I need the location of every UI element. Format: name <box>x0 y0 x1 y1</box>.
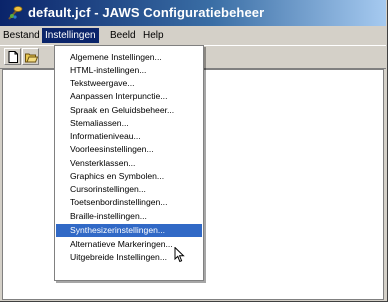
menu-instellingen[interactable]: Instellingen <box>42 28 99 43</box>
menu-item-tekstweergave[interactable]: Tekstweergave... <box>56 77 202 90</box>
menu-item-informatieniveau[interactable]: Informatieniveau... <box>56 130 202 143</box>
menu-item-stemaliassen[interactable]: Stemaliassen... <box>56 117 202 130</box>
window-title: default.jcf - JAWS Configuratiebeheer <box>28 5 265 20</box>
menu-item-spraak-en-geluidsbeheer[interactable]: Spraak en Geluidsbeheer... <box>56 104 202 117</box>
menu-item-html-instellingen[interactable]: HTML-instellingen... <box>56 64 202 77</box>
menu-beeld[interactable]: Beeld <box>107 28 139 43</box>
new-file-icon <box>8 51 18 63</box>
new-file-button[interactable] <box>4 48 21 65</box>
open-folder-icon <box>25 53 38 63</box>
menu-item-vensterklassen[interactable]: Vensterklassen... <box>56 157 202 170</box>
menu-item-braille-instellingen[interactable]: Braille-instellingen... <box>56 210 202 223</box>
menu-item-cursorinstellingen[interactable]: Cursorinstellingen... <box>56 183 202 196</box>
menu-item-synthesizerinstellingen[interactable]: Synthesizerinstellingen... <box>56 224 202 237</box>
app-window: default.jcf - JAWS Configuratiebeheer Be… <box>0 0 388 302</box>
title-bar[interactable]: default.jcf - JAWS Configuratiebeheer <box>0 0 386 26</box>
instellingen-dropdown-menu: Algemene Instellingen... HTML-instelling… <box>54 45 204 281</box>
open-file-button[interactable] <box>22 48 39 65</box>
menu-help[interactable]: Help <box>140 28 167 43</box>
menu-bestand[interactable]: Bestand <box>0 28 43 43</box>
menu-item-voorleesinstellingen[interactable]: Voorleesinstellingen... <box>56 143 202 156</box>
app-icon <box>8 6 23 20</box>
menu-bar: Bestand Instellingen Beeld Help <box>0 27 386 44</box>
menu-item-toetsenbordinstellingen[interactable]: Toetsenbordinstellingen... <box>56 196 202 209</box>
mouse-cursor-icon <box>174 247 185 263</box>
menu-item-graphics-en-symbolen[interactable]: Graphics en Symbolen... <box>56 170 202 183</box>
menu-item-aanpassen-interpunctie[interactable]: Aanpassen Interpunctie... <box>56 90 202 103</box>
menu-item-algemene-instellingen[interactable]: Algemene Instellingen... <box>56 51 202 64</box>
